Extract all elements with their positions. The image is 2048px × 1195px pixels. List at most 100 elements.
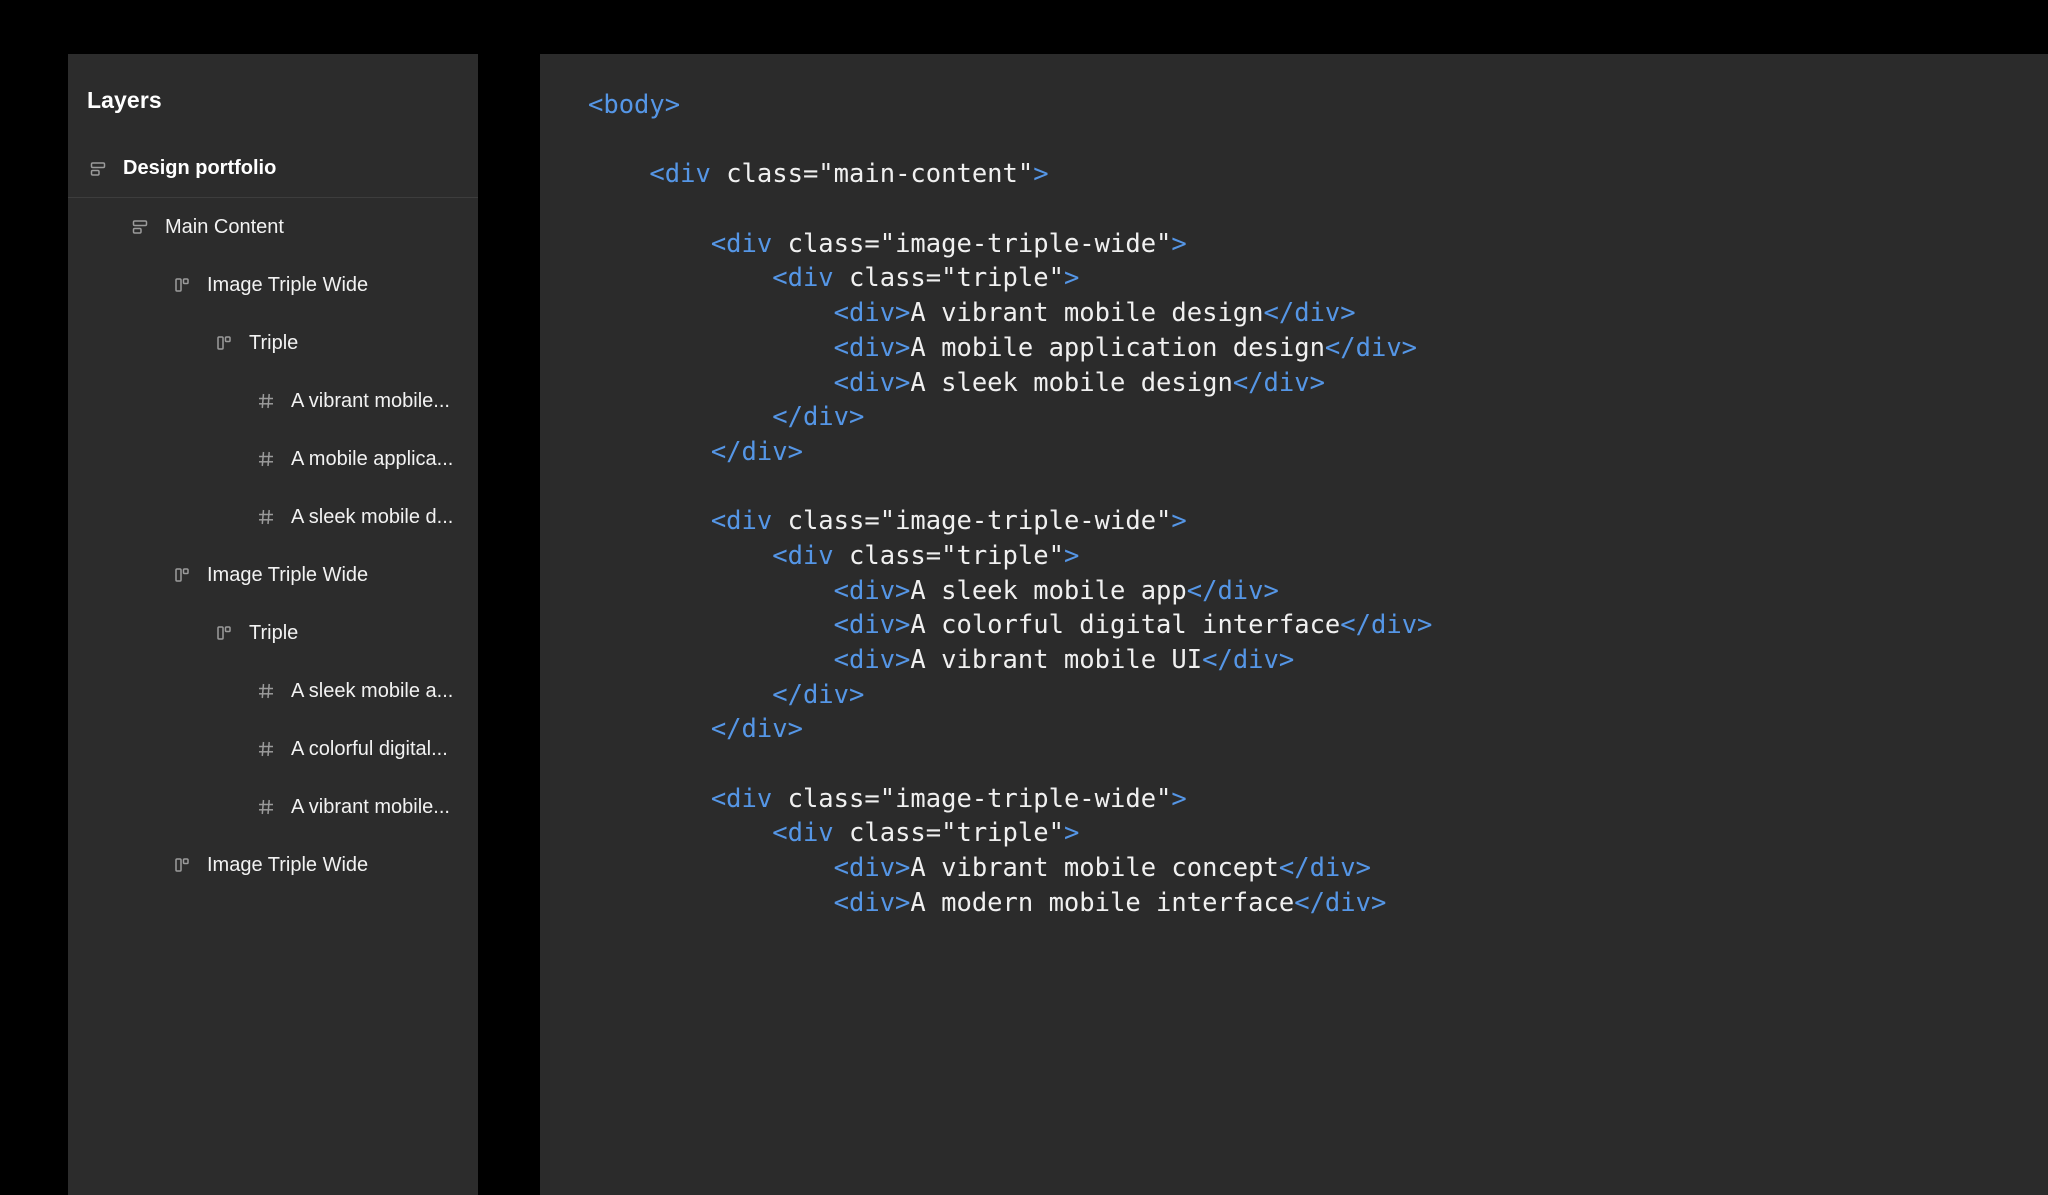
code-token-text: A sleek mobile app (910, 575, 1187, 606)
code-token-text: A vibrant mobile concept (910, 853, 1279, 884)
code-line: <div>A mobile application design</div> (588, 331, 1432, 366)
frame-icon (87, 158, 109, 180)
code-token-tag: </div> (1324, 332, 1418, 363)
layer-row[interactable]: A sleek mobile d... (68, 488, 478, 546)
code-token-tag: <div (772, 818, 834, 849)
layers-panel: Layers Design portfolio Main Content Image… (68, 54, 478, 1195)
code-line: <div class="image-triple-wide"> (588, 227, 1432, 262)
code-token-tag: </div> (1232, 367, 1325, 398)
code-line: <div class="image-triple-wide"> (588, 782, 1432, 817)
layer-row-label: A sleek mobile d... (291, 505, 454, 528)
layer-row-label: Image Triple Wide (207, 273, 369, 296)
code-line: <div>A vibrant mobile design</div> (588, 296, 1432, 331)
code-token-tag: </div> (1202, 645, 1295, 675)
code-token-tag: <div> (833, 367, 911, 398)
code-token-tag: </div> (1340, 610, 1433, 641)
layer-row[interactable]: A mobile applica... (68, 430, 478, 488)
code-token-tag: > (1171, 228, 1187, 259)
code-token-text: A vibrant mobile design (910, 298, 1264, 329)
hash-icon (255, 390, 277, 412)
layer-row[interactable]: Main Content (68, 198, 478, 256)
hash-icon (255, 796, 277, 818)
layer-row-label: A colorful digital... (291, 737, 448, 760)
layer-tree: Design portfolio Main Content Image Triple… (68, 140, 478, 894)
layer-row[interactable]: Triple (68, 314, 478, 372)
code-token-tag: > (1063, 263, 1080, 294)
code-token-text: class="triple" (833, 263, 1064, 294)
code-token-tag: </div> (710, 436, 803, 467)
code-token-text: class="triple" (833, 540, 1064, 571)
code-line: <div>A vibrant mobile UI</div> (588, 643, 1432, 678)
code-token-text: class="image-triple-wide" (772, 228, 1172, 259)
code-token-tag: <div (710, 783, 773, 814)
code-token-tag: > (1063, 818, 1080, 849)
component-icon (213, 332, 235, 354)
layer-row[interactable]: A sleek mobile a... (68, 662, 478, 720)
code-token-tag: > (1033, 159, 1049, 190)
code-token-text: class="triple" (833, 818, 1064, 849)
code-block[interactable]: <body> <div class="main-content"> <div c… (588, 88, 1432, 921)
layer-row-label: Image Triple Wide (207, 563, 369, 586)
hash-icon (255, 738, 277, 760)
code-token-tag: </div> (1278, 853, 1371, 884)
code-token-text: A vibrant mobile UI (910, 645, 1203, 675)
component-icon (171, 564, 193, 586)
code-line: <div class="triple"> (588, 816, 1432, 851)
code-token-tag: </div> (772, 679, 865, 710)
code-line: <div class="triple"> (588, 261, 1432, 296)
code-token-tag: <div (710, 228, 773, 259)
code-token-tag: <body> (588, 90, 681, 120)
code-token-tag: > (1063, 540, 1080, 571)
code-token-tag: <div> (833, 332, 911, 363)
layer-row[interactable]: Image Triple Wide (68, 836, 478, 894)
code-line: </div> (588, 400, 1432, 435)
layer-row[interactable]: Image Triple Wide (68, 256, 478, 314)
layer-row[interactable]: A colorful digital... (68, 720, 478, 778)
panel-title: Layers (87, 87, 162, 113)
layer-row-label: Triple (249, 331, 299, 354)
code-token-tag: <div> (833, 853, 911, 884)
layer-row-label: A mobile applica... (291, 447, 454, 470)
code-token-text: class="main-content" (710, 159, 1034, 190)
layer-row-label: Image Triple Wide (207, 853, 369, 876)
layer-row-label: Triple (249, 621, 299, 644)
code-line: <div>A sleek mobile design</div> (588, 366, 1432, 401)
code-panel[interactable]: <body> <div class="main-content"> <div c… (540, 54, 2048, 1195)
layer-row[interactable]: Image Triple Wide (68, 546, 478, 604)
code-token-tag: <div (772, 540, 834, 571)
code-token-tag: <div (772, 263, 834, 294)
layer-row[interactable]: A vibrant mobile... (68, 778, 478, 836)
code-token-text: class="image-triple-wide" (772, 506, 1172, 537)
frame-icon (129, 216, 151, 238)
code-line: <div>A sleek mobile app</div> (588, 574, 1432, 609)
layer-row[interactable]: A vibrant mobile... (68, 372, 478, 430)
code-line: <div class="image-triple-wide"> (588, 504, 1432, 539)
layer-row-label: Design portfolio (123, 157, 277, 179)
code-token-tag: > (1171, 783, 1187, 814)
component-icon (171, 854, 193, 876)
code-token-tag: </div> (1186, 575, 1279, 606)
code-line: <div>A colorful digital interface</div> (588, 608, 1433, 643)
code-token-tag: <div (710, 506, 773, 537)
hash-icon (255, 506, 277, 528)
code-token-tag: <div> (833, 645, 911, 675)
code-line: <div>A modern mobile interface</div> (588, 886, 1432, 921)
code-token-tag: </div> (772, 402, 865, 433)
layer-row[interactable]: Design portfolio (68, 140, 478, 198)
layer-row[interactable]: Triple (68, 604, 478, 662)
